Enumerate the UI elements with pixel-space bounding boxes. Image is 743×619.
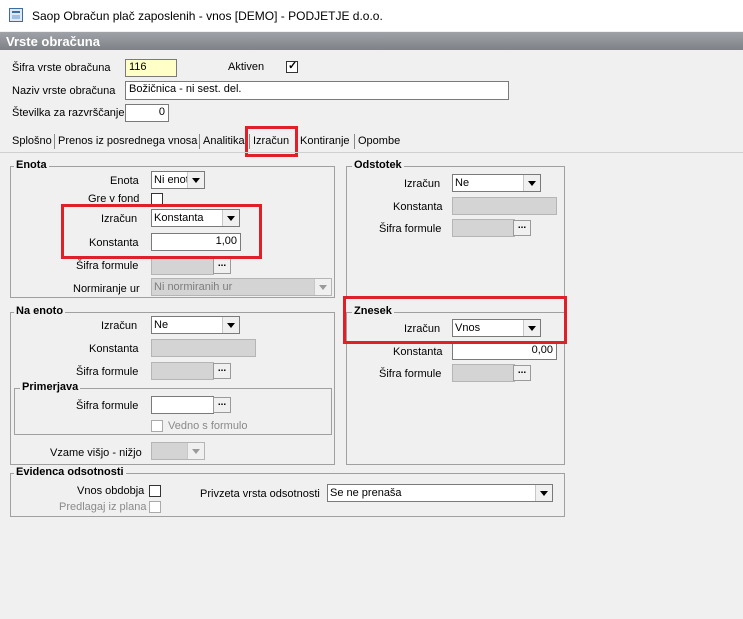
vedno-s-formulo-label: Vedno s formulo [168,420,248,432]
enota-sifra-formule-input[interactable] [151,257,214,275]
normiranje-select[interactable]: Ni normiranih ur [151,278,332,296]
tab-content-divider [0,152,743,153]
predlagaj-label: Predlagaj iz plana [59,501,147,513]
privzeta-select[interactable]: Se ne prenaša [327,484,553,502]
privzeta-label: Privzeta vrsta odsotnosti [200,488,320,500]
znesek-sifra-formule-label: Šifra formule [379,368,442,380]
window-title: Saop Obračun plač zaposlenih - vnos [DEM… [32,9,383,23]
na-enoto-sifra-formule-label: Šifra formule [76,366,139,378]
na-enoto-izracun-label: Izračun [101,320,138,332]
title-bar: Saop Obračun plač zaposlenih - vnos [DEM… [0,0,743,31]
vzame-label: Vzame višjo - nižjo [50,447,142,459]
normiranje-label: Normiranje ur [73,283,140,295]
na-enoto-izracun-select[interactable]: Ne [151,316,240,334]
enota-group-title: Enota [14,159,49,171]
enota-izracun-highlight [61,204,262,259]
enota-label: Enota [110,175,139,187]
chevron-down-icon [222,317,239,333]
aktiven-label: Aktiven [228,61,265,73]
odstotek-konstanta-input[interactable] [452,197,557,215]
primerjava-sifra-formule-label: Šifra formule [76,400,139,412]
odstotek-formula-lookup-button[interactable]: ... [513,220,531,236]
predlagaj-checkbox[interactable] [149,501,161,513]
tab-prenos[interactable]: Prenos iz posrednega vnosa [58,135,197,147]
vnos-obdobja-label: Vnos obdobja [77,485,145,497]
chevron-down-icon [187,443,204,459]
enota-select[interactable]: Ni enot [151,171,205,189]
tab-splosno[interactable]: Splošno [12,135,52,147]
znesek-konstanta-input[interactable]: 0,00 [452,342,557,360]
na-enoto-group-title: Na enoto [14,305,66,317]
chevron-down-icon [523,175,540,191]
app-icon [9,8,23,22]
aktiven-checkbox[interactable] [286,59,298,73]
vedno-s-formulo-checkbox[interactable] [151,420,163,432]
znesek-formula-lookup-button[interactable]: ... [513,365,531,381]
odstotek-sifra-formule-input[interactable] [452,219,515,237]
enota-formula-lookup-button[interactable]: ... [213,258,231,274]
naziv-label: Naziv vrste obračuna [12,85,116,97]
odstotek-izracun-label: Izračun [404,178,441,190]
znesek-sifra-formule-input[interactable] [452,364,515,382]
chevron-down-icon [314,279,331,295]
stevilka-input[interactable]: 0 [125,104,169,122]
tab-bar: Splošno Prenos iz posrednega vnosa Anali… [0,128,743,152]
tab-analitika[interactable]: Analitika [203,135,245,147]
chevron-down-icon [535,485,552,501]
na-enoto-formula-lookup-button[interactable]: ... [213,363,231,379]
odstotek-group-title: Odstotek [352,159,404,171]
evidenca-group-title: Evidenca odsotnosti [14,466,126,478]
sifra-label: Šifra vrste obračuna [12,62,111,74]
tab-opombe[interactable]: Opombe [358,135,400,147]
vzame-select[interactable] [151,442,205,460]
na-enoto-konstanta-label: Konstanta [89,343,139,355]
chevron-down-icon [187,172,204,188]
primerjava-group-title: Primerjava [20,381,81,393]
primerjava-sifra-formule-input[interactable] [151,396,214,414]
tab-kontiranje[interactable]: Kontiranje [300,135,350,147]
odstotek-sifra-formule-label: Šifra formule [379,223,442,235]
na-enoto-sifra-formule-input[interactable] [151,362,214,380]
znesek-izracun-highlight [343,296,567,344]
sifra-input[interactable]: 116 [125,59,177,77]
na-enoto-konstanta-input[interactable] [151,339,256,357]
section-header: Vrste obračuna [0,32,743,50]
naziv-input[interactable]: Božičnica - ni sest. del. [125,81,509,100]
enota-sifra-formule-label: Šifra formule [76,260,139,272]
primerjava-formula-lookup-button[interactable]: ... [213,397,231,413]
znesek-konstanta-label: Konstanta [393,346,443,358]
stevilka-label: Številka za razvrščanje [12,107,125,119]
odstotek-konstanta-label: Konstanta [393,201,443,213]
odstotek-izracun-select[interactable]: Ne [452,174,541,192]
vnos-obdobja-checkbox[interactable] [149,485,161,497]
